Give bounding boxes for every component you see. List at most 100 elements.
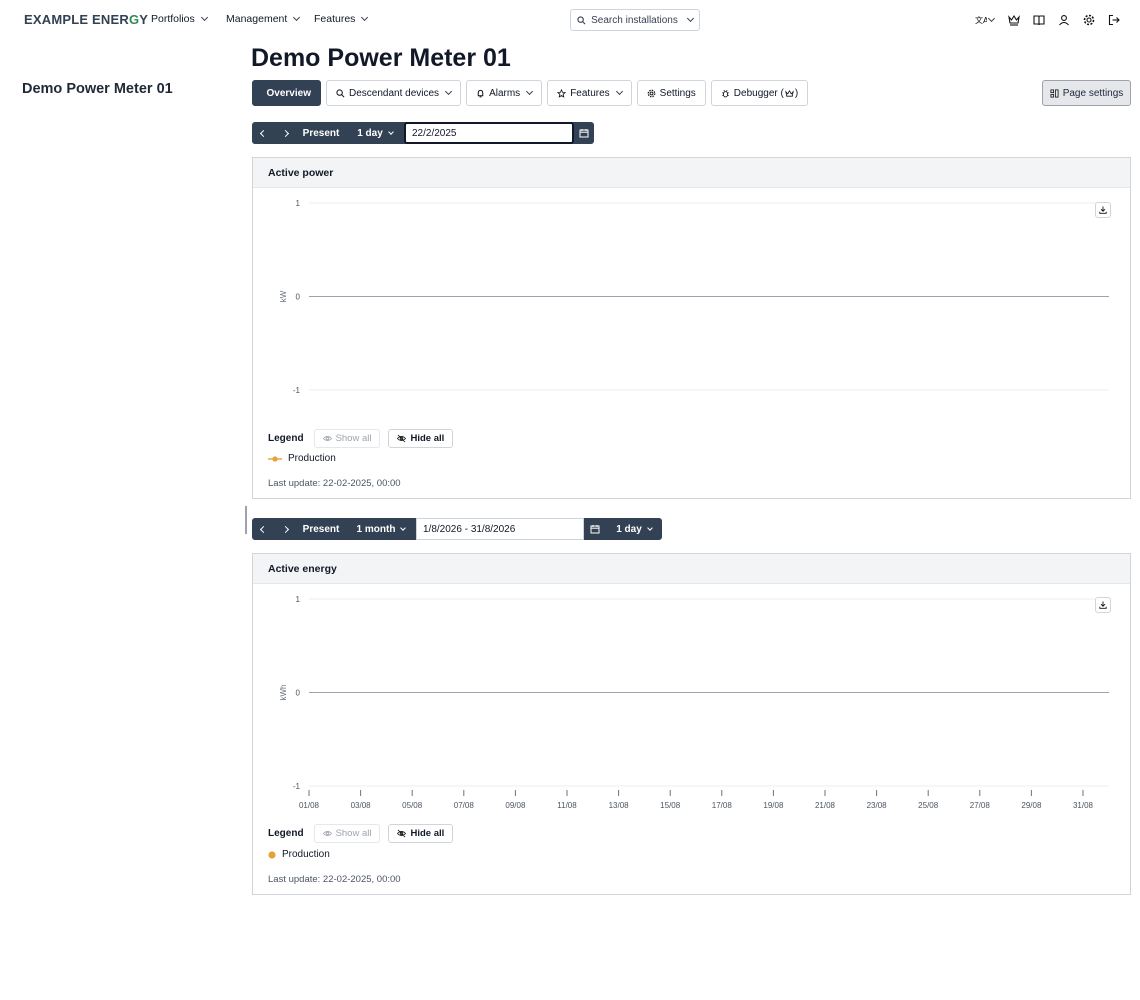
bell-icon — [477, 89, 484, 97]
tab-overview[interactable]: Overview — [252, 80, 321, 106]
chevron-down-icon — [293, 13, 301, 22]
legend-controls: Legend Show all Hide all — [268, 429, 454, 448]
download-icon — [1099, 206, 1107, 214]
calendar-icon — [590, 525, 600, 534]
x-tick-label: 07/08 — [454, 801, 475, 810]
top-navigation: EXAMPLE ENERGY Portfolios Management Fea… — [0, 0, 1140, 40]
x-tick-label: 03/08 — [351, 801, 372, 810]
chevron-down-icon — [646, 524, 653, 531]
search-label: Search installations — [591, 14, 678, 26]
present-button[interactable]: Present — [296, 122, 346, 144]
calendar-button[interactable] — [574, 122, 594, 144]
svg-text:文A: 文A — [975, 15, 987, 25]
tab-debugger[interactable]: Debugger ( ) — [710, 80, 809, 106]
tab-descendant-devices[interactable]: Descendant devices — [326, 80, 462, 106]
resolution-select[interactable]: 1 day — [606, 518, 662, 540]
chevron-down-icon — [200, 13, 208, 22]
y-tick-label: 1 — [296, 595, 301, 604]
eye-off-icon — [397, 829, 407, 838]
crown-icon — [785, 89, 794, 97]
calendar-icon — [579, 129, 589, 138]
gear-icon[interactable] — [1082, 13, 1095, 26]
crown-icon[interactable] — [1007, 13, 1020, 26]
hide-all-label: Hide all — [410, 828, 445, 839]
gear-icon — [647, 89, 656, 97]
download-button[interactable] — [1095, 202, 1111, 218]
x-tick-label: 27/08 — [970, 801, 991, 810]
user-icon[interactable] — [1057, 13, 1070, 26]
energy-date-toolbar: Present 1 month 1 day — [252, 518, 662, 540]
next-period-button[interactable] — [274, 122, 296, 144]
card-title: Active energy — [253, 554, 1130, 584]
calendar-button[interactable] — [584, 518, 606, 540]
x-tick-label: 19/08 — [763, 801, 784, 810]
show-all-button[interactable]: Show all — [313, 429, 381, 448]
active-energy-card: Active energy 1 0 -1 kWh 01/08 03/08 05/08 07/0… — [252, 553, 1131, 895]
eye-icon — [322, 831, 332, 836]
page-settings-button[interactable]: Page settings — [1042, 80, 1131, 106]
legend-label: Legend — [268, 433, 304, 444]
nav-menu-features[interactable]: Features — [314, 13, 369, 25]
x-tick-label: 17/08 — [712, 801, 733, 810]
tab-features[interactable]: Features — [547, 80, 632, 106]
next-period-button[interactable] — [274, 518, 296, 540]
date-range-input[interactable] — [416, 518, 584, 540]
date-input[interactable] — [404, 122, 574, 144]
y-tick-label: 0 — [296, 689, 301, 698]
previous-period-button[interactable] — [252, 122, 274, 144]
hide-all-button[interactable]: Hide all — [388, 429, 454, 448]
dot-marker-icon — [268, 850, 276, 859]
range-select[interactable]: 1 month — [346, 518, 416, 540]
tab-label: Settings — [659, 87, 696, 99]
legend-item-label: Production — [288, 453, 336, 464]
x-tick-label: 11/08 — [557, 801, 577, 810]
nav-menu-portfolios[interactable]: Portfolios — [151, 13, 208, 25]
show-all-button[interactable]: Show all — [313, 824, 381, 843]
resize-handle[interactable] — [245, 506, 247, 534]
card-title: Active power — [253, 158, 1130, 188]
tab-alarms[interactable]: Alarms — [466, 80, 543, 106]
brand-logo[interactable]: EXAMPLE ENERGY — [24, 12, 148, 27]
device-tabs: Overview Descendant devices Alarms Featu… — [252, 80, 809, 106]
last-update-text: Last update: 22-02-2025, 00:00 — [268, 478, 401, 489]
page-title: Demo Power Meter 01 — [251, 44, 511, 72]
resolution-label: 1 day — [616, 523, 642, 535]
tab-label: Overview — [266, 87, 311, 99]
download-button[interactable] — [1095, 597, 1111, 613]
previous-period-button[interactable] — [252, 518, 274, 540]
line-marker-icon — [268, 455, 282, 462]
chevron-down-icon — [387, 128, 394, 135]
chevron-down-icon — [686, 14, 694, 23]
eye-off-icon — [397, 434, 407, 443]
x-tick-label: 25/08 — [918, 801, 939, 810]
chevron-down-icon — [361, 13, 369, 22]
chevron-right-icon — [281, 525, 289, 533]
range-select[interactable]: 1 day — [346, 122, 404, 144]
x-tick-label: 15/08 — [660, 801, 681, 810]
active-energy-chart: 1 0 -1 kWh 01/08 03/08 05/08 07/08 09/08 11/08 13/… — [279, 595, 1109, 810]
legend-item-production[interactable]: Production — [268, 849, 330, 860]
legend-item-production[interactable]: Production — [268, 453, 336, 464]
tab-label: Features — [570, 87, 610, 99]
translate-icon[interactable]: 文A — [973, 13, 995, 26]
x-tick-label: 13/08 — [609, 801, 630, 810]
tab-settings[interactable]: Settings — [636, 80, 706, 106]
active-power-chart: 1 0 -1 kW — [279, 199, 1109, 395]
bug-icon — [721, 89, 729, 97]
y-tick-label: -1 — [293, 386, 301, 395]
present-button[interactable]: Present — [296, 518, 346, 540]
y-axis-label: kW — [279, 290, 288, 302]
last-update-text: Last update: 22-02-2025, 00:00 — [268, 874, 401, 885]
star-icon — [557, 88, 567, 98]
logout-icon[interactable] — [1107, 13, 1120, 26]
hide-all-button[interactable]: Hide all — [388, 824, 454, 843]
chevron-left-icon — [259, 525, 267, 533]
x-tick-label: 31/08 — [1073, 801, 1094, 810]
book-icon[interactable] — [1032, 13, 1045, 26]
nav-menu-management[interactable]: Management — [226, 13, 301, 25]
range-label: 1 day — [357, 127, 383, 139]
x-tick-label: 09/08 — [505, 801, 526, 810]
hide-all-label: Hide all — [410, 433, 445, 444]
search-installations-button[interactable]: Search installations — [570, 9, 700, 31]
x-tick-label: 23/08 — [867, 801, 888, 810]
